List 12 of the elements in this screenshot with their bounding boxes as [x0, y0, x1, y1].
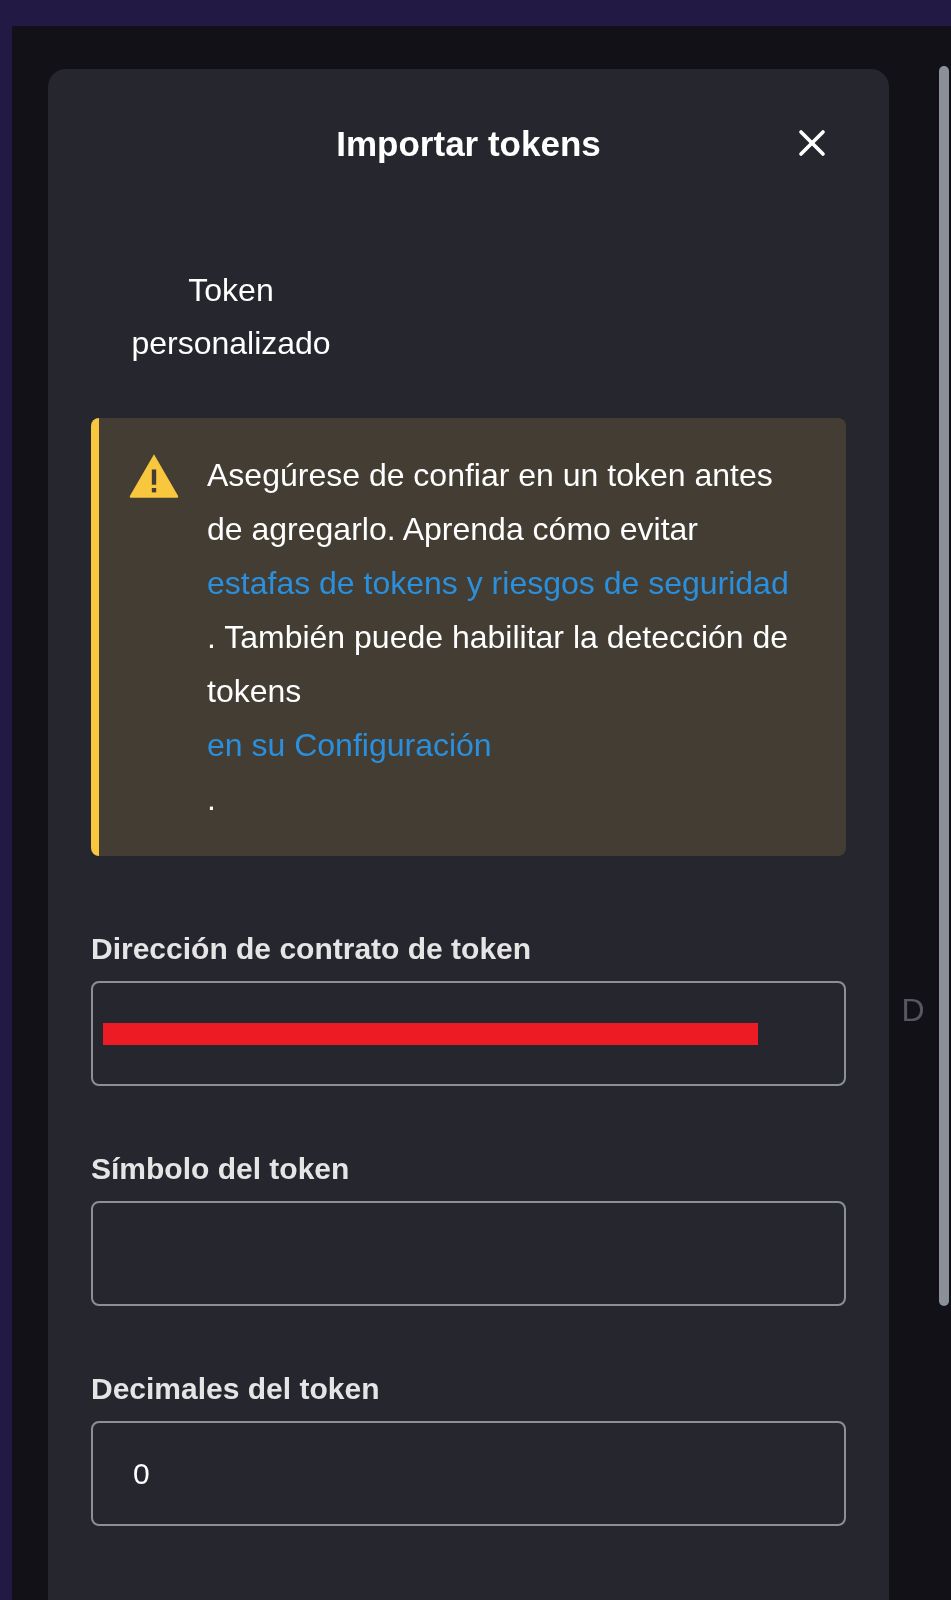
input-field[interactable] [91, 981, 846, 1086]
background-text: D [901, 991, 925, 1030]
field-label: Decimales del token [91, 1371, 381, 1407]
input-field[interactable]: 0 [91, 1421, 846, 1526]
warning-text: Asegúrese de confiar en un token antes de agregarlo. Aprenda cómo evitar estafas de tokens y riesgos de seguridad . También puede habilitar la detección de tokens en su Configuración . [207, 448, 797, 826]
field-value: 0 [133, 1456, 150, 1492]
warning-icon [127, 452, 181, 500]
field-label: Dirección de contrato de token [91, 931, 533, 967]
dialog-title: Importar tokens [336, 122, 601, 165]
tab[interactable]: Token personalizado [131, 264, 331, 370]
field-label: Símbolo del token [91, 1151, 351, 1187]
input-field[interactable] [91, 1201, 846, 1306]
